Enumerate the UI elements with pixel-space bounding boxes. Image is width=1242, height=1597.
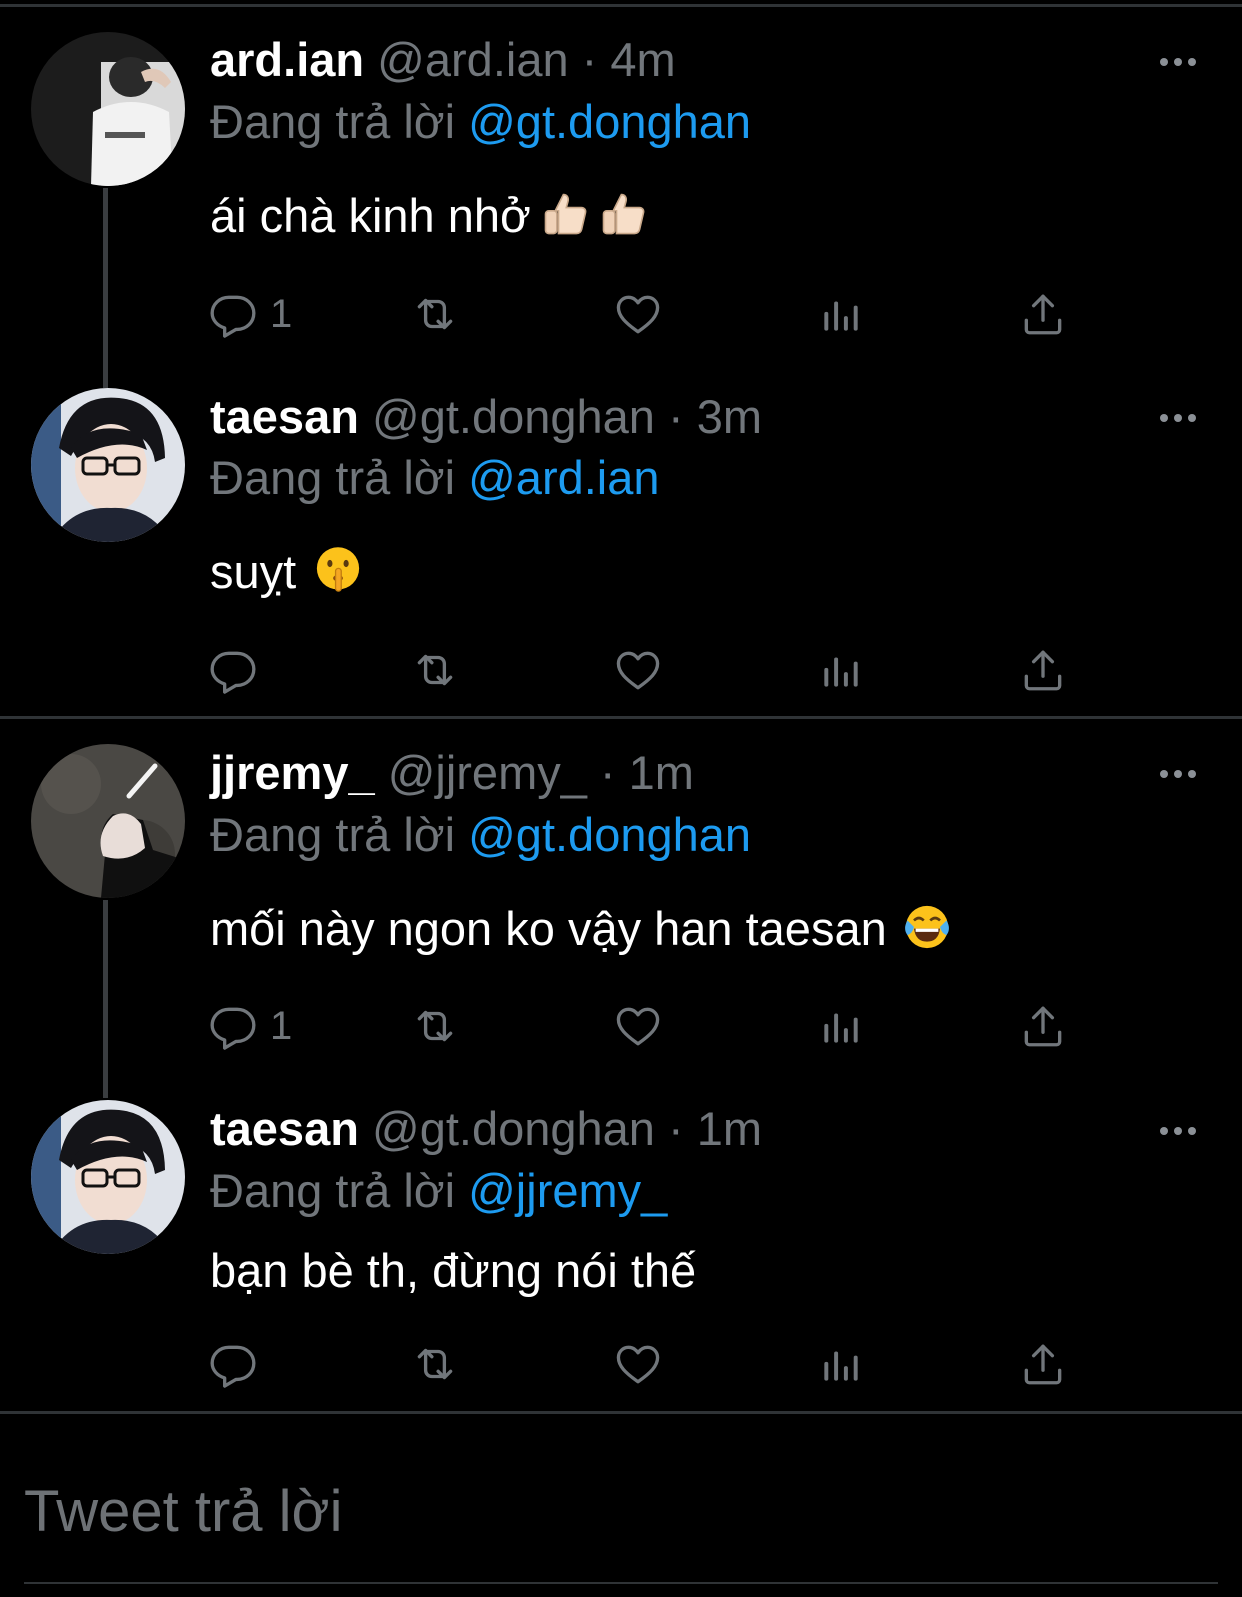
mention-link[interactable]: @gt.donghan — [468, 95, 751, 148]
shushing-face-emoji — [312, 544, 364, 596]
avatar[interactable] — [31, 388, 185, 542]
handle-time: @ard.ian · 4m — [377, 33, 676, 86]
tweet-text: mối này ngon ko vậy han taesan — [210, 901, 953, 957]
avatar[interactable] — [31, 32, 185, 186]
tweet-actions — [208, 642, 1108, 698]
reply-count: 1 — [270, 291, 293, 336]
share-icon — [1018, 1001, 1068, 1051]
share-icon — [1018, 645, 1068, 695]
reply-button[interactable] — [208, 1336, 258, 1392]
handle-time: @gt.donghan · 1m — [371, 1102, 762, 1155]
tweet-header: jjremy_ @jjremy_ · 1m — [210, 745, 1172, 801]
reply-icon — [208, 1001, 258, 1051]
retweet-button[interactable] — [410, 1336, 460, 1392]
share-button[interactable] — [1018, 286, 1068, 342]
mention-link[interactable]: @jjremy_ — [468, 1164, 667, 1217]
like-icon — [613, 289, 663, 339]
views-icon — [816, 289, 866, 339]
reply-button[interactable]: 1 — [208, 286, 292, 342]
more-options-icon[interactable] — [1158, 408, 1198, 428]
display-name[interactable]: jjremy_ — [210, 746, 375, 799]
reply-context: Đang trả lời @gt.donghan — [210, 807, 751, 863]
like-icon — [613, 1339, 663, 1389]
tweet-body: ái chà kinh nhở — [210, 189, 531, 242]
tweet-text: suỵt — [210, 544, 364, 600]
reply-icon — [208, 289, 258, 339]
reply-prefix: Đang trả lời — [210, 1164, 456, 1217]
retweet-button[interactable] — [410, 642, 460, 698]
reply-icon — [208, 1339, 258, 1389]
retweet-icon — [410, 289, 460, 339]
share-icon — [1018, 289, 1068, 339]
retweet-icon — [410, 1339, 460, 1389]
more-options-icon[interactable] — [1158, 52, 1198, 72]
tweet-actions: 1 — [208, 286, 1108, 342]
display-name[interactable]: ard.ian — [210, 33, 364, 86]
reply-icon — [208, 645, 258, 695]
retweet-button[interactable] — [410, 998, 460, 1054]
reply-button[interactable] — [208, 642, 258, 698]
share-icon — [1018, 1339, 1068, 1389]
reply-prefix: Đang trả lời — [210, 451, 456, 504]
more-options-icon[interactable] — [1158, 764, 1198, 784]
retweet-icon — [410, 1001, 460, 1051]
thumbs-up-emoji — [597, 188, 649, 240]
views-button[interactable] — [816, 998, 866, 1054]
views-button[interactable] — [816, 1336, 866, 1392]
like-button[interactable] — [613, 286, 663, 342]
tweet-actions — [208, 1336, 1108, 1392]
thread-connector — [103, 188, 108, 388]
tweet-header: ard.ian @ard.ian · 4m — [210, 32, 1172, 88]
tweet-actions: 1 — [208, 998, 1108, 1054]
tweet-header: taesan @gt.donghan · 3m — [210, 389, 1172, 445]
views-button[interactable] — [816, 286, 866, 342]
avatar[interactable] — [31, 744, 185, 898]
like-button[interactable] — [613, 998, 663, 1054]
reply-composer-input[interactable]: Tweet trả lời — [24, 1478, 342, 1545]
composer-divider — [0, 1411, 1242, 1414]
display-name[interactable]: taesan — [210, 390, 359, 443]
reply-prefix: Đang trả lời — [210, 95, 456, 148]
top-divider — [0, 4, 1242, 7]
share-button[interactable] — [1018, 642, 1068, 698]
reply-context: Đang trả lời @gt.donghan — [210, 94, 751, 150]
avatar[interactable] — [31, 1100, 185, 1254]
like-button[interactable] — [613, 1336, 663, 1392]
tweet-body: bạn bè th, đừng nói thế — [210, 1244, 697, 1297]
share-button[interactable] — [1018, 1336, 1068, 1392]
views-icon — [816, 645, 866, 695]
reply-context: Đang trả lời @jjremy_ — [210, 1163, 667, 1219]
tears-of-joy-emoji — [901, 901, 953, 953]
views-button[interactable] — [816, 642, 866, 698]
share-button[interactable] — [1018, 998, 1068, 1054]
thread-connector — [103, 900, 108, 1098]
like-icon — [613, 645, 663, 695]
like-icon — [613, 1001, 663, 1051]
tweet-body: mối này ngon ko vậy han taesan — [210, 902, 887, 955]
reply-context: Đang trả lời @ard.ian — [210, 450, 660, 506]
tweet-text: bạn bè th, đừng nói thế — [210, 1243, 696, 1299]
mention-link[interactable]: @gt.donghan — [468, 808, 751, 861]
reply-button[interactable]: 1 — [208, 998, 292, 1054]
mention-link[interactable]: @ard.ian — [468, 451, 659, 504]
retweet-button[interactable] — [410, 286, 460, 342]
handle-time: @gt.donghan · 3m — [371, 390, 762, 443]
reply-prefix: Đang trả lời — [210, 808, 456, 861]
display-name[interactable]: taesan — [210, 1102, 359, 1155]
retweet-icon — [410, 645, 460, 695]
reply-count: 1 — [270, 1003, 293, 1048]
thread-divider — [0, 716, 1242, 719]
tweet-body: suỵt — [210, 545, 297, 598]
views-icon — [816, 1339, 866, 1389]
like-button[interactable] — [613, 642, 663, 698]
composer-underline — [24, 1582, 1218, 1584]
more-options-icon[interactable] — [1158, 1121, 1198, 1141]
tweet-text: ái chà kinh nhở — [210, 188, 649, 244]
thumbs-up-emoji — [539, 188, 591, 240]
handle-time: @jjremy_ · 1m — [387, 746, 694, 799]
views-icon — [816, 1001, 866, 1051]
tweet-header: taesan @gt.donghan · 1m — [210, 1101, 1172, 1157]
